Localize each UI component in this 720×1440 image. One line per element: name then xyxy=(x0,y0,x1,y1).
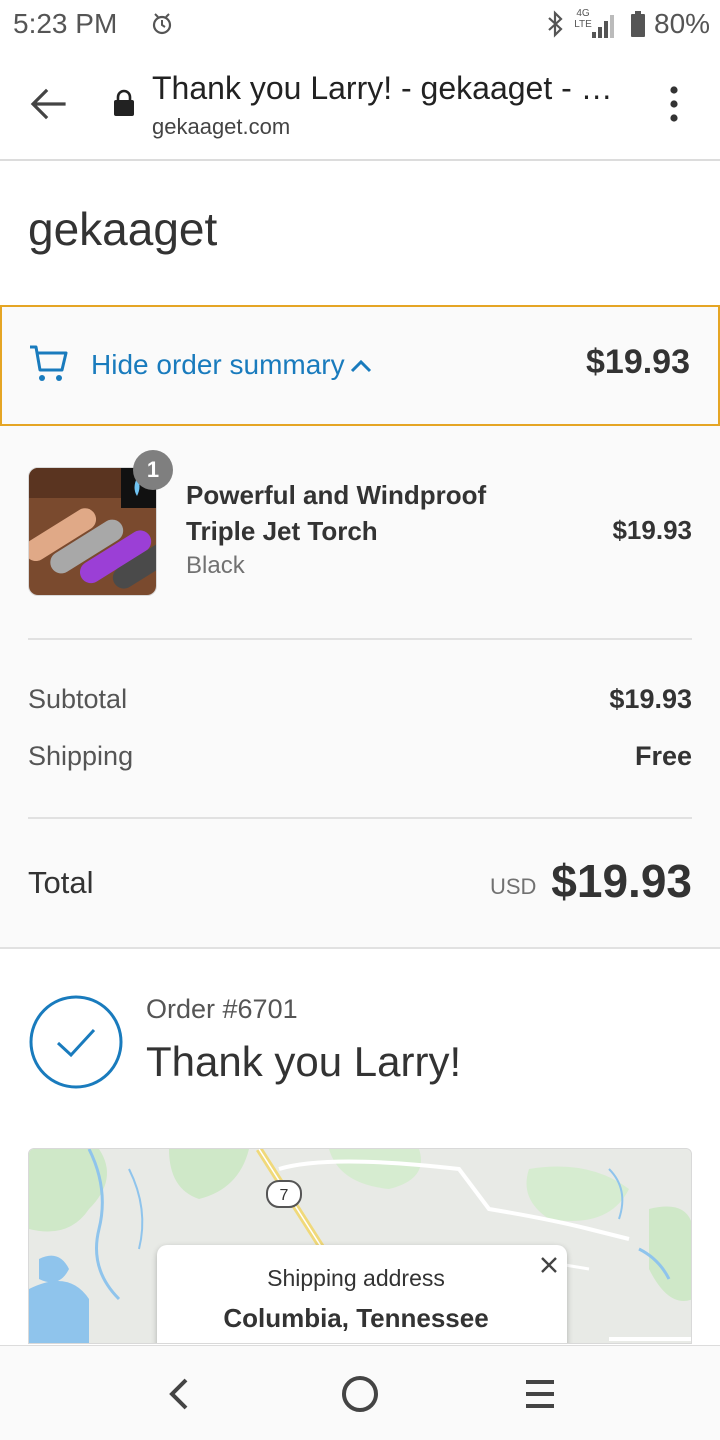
route-label: 7 xyxy=(280,1187,289,1204)
shipping-label: Shipping xyxy=(28,741,134,771)
subtotal-value: $19.93 xyxy=(609,684,692,714)
product-price: $19.93 xyxy=(612,515,692,545)
back-arrow-icon[interactable] xyxy=(28,86,68,122)
total-value: $19.93 xyxy=(551,855,692,907)
thank-you-heading: Thank you Larry! xyxy=(146,1038,462,1085)
toggle-label: Hide order summary xyxy=(91,349,345,380)
nav-home-icon[interactable] xyxy=(340,1374,380,1414)
page-title[interactable]: Thank you Larry! - gekaaget - C... xyxy=(152,70,622,107)
quantity-badge: 1 xyxy=(133,450,173,490)
divider xyxy=(28,638,692,640)
chevron-up-icon xyxy=(350,359,372,373)
total-label: Total xyxy=(28,865,94,900)
summary-toggle-price: $19.93 xyxy=(586,343,690,381)
alarm-icon xyxy=(152,13,172,35)
signal-icon xyxy=(592,15,614,38)
battery-percentage: 80% xyxy=(654,8,711,39)
shipping-value: Free xyxy=(634,741,692,771)
address-title: Shipping address xyxy=(267,1265,445,1291)
divider xyxy=(28,817,692,819)
checkmark-circle-icon xyxy=(29,995,123,1089)
system-nav-bar xyxy=(0,1345,720,1440)
nav-recents-icon[interactable] xyxy=(522,1376,558,1412)
more-options-icon[interactable] xyxy=(662,84,686,124)
status-bar: 5:23 PM 4G LTE 80% xyxy=(0,0,720,50)
shipping-map[interactable]: 7 Shipping address Columbia, Tennessee xyxy=(28,1148,692,1344)
order-summary-toggle[interactable]: Hide order summary $19.93 xyxy=(0,305,720,426)
order-number: Order #6701 xyxy=(146,994,298,1024)
browser-toolbar: Thank you Larry! - gekaaget - C... gekaa… xyxy=(0,50,720,161)
nav-back-icon[interactable] xyxy=(166,1376,194,1412)
store-name[interactable]: gekaaget xyxy=(28,202,217,256)
address-city: Columbia, Tennessee xyxy=(223,1303,489,1333)
cart-icon xyxy=(30,345,68,381)
page-url[interactable]: gekaaget.com xyxy=(152,114,290,140)
lock-icon xyxy=(114,89,134,116)
subtotal-label: Subtotal xyxy=(28,684,128,714)
close-icon[interactable] xyxy=(537,1253,561,1277)
battery-icon xyxy=(631,11,645,37)
product-variant: Black xyxy=(186,552,245,579)
currency-label: USD xyxy=(490,874,537,899)
order-summary-panel: 1 Powerful and Windproof Triple Jet Torc… xyxy=(0,426,720,949)
product-name: Powerful and Windproof Triple Jet Torch xyxy=(186,480,487,546)
bluetooth-icon xyxy=(548,10,563,38)
product-image xyxy=(28,467,157,596)
status-time: 5:23 PM xyxy=(13,8,118,39)
shipping-address-card: Shipping address Columbia, Tennessee xyxy=(157,1245,567,1343)
